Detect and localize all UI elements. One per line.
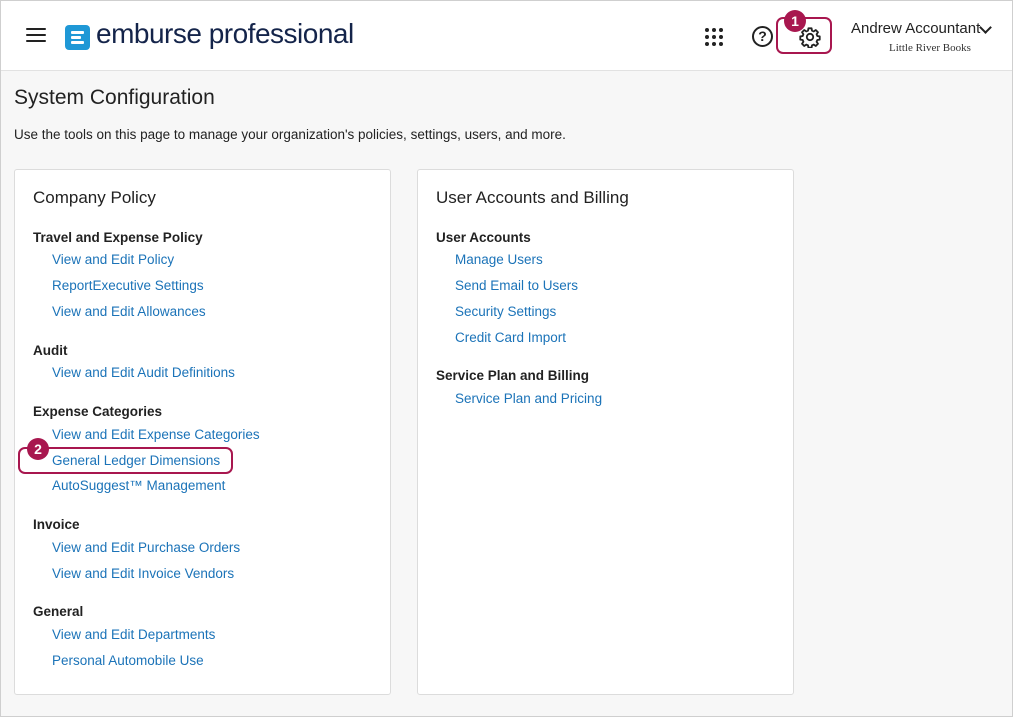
apps-grid-icon[interactable] (705, 28, 723, 46)
section-audit: Audit (33, 343, 68, 358)
link-manage-users[interactable]: Manage Users (455, 252, 543, 267)
link-view-edit-purchase-orders[interactable]: View and Edit Purchase Orders (52, 540, 240, 555)
link-reportexecutive-settings[interactable]: ReportExecutive Settings (52, 278, 204, 293)
section-invoice: Invoice (33, 517, 80, 532)
link-view-edit-invoice-vendors[interactable]: View and Edit Invoice Vendors (52, 566, 234, 581)
card-title: Company Policy (33, 188, 156, 207)
link-view-edit-policy[interactable]: View and Edit Policy (52, 252, 174, 267)
callout-badge-2: 2 (27, 438, 49, 460)
section-general: General (33, 604, 84, 619)
organization-name: Little River Books (889, 42, 971, 54)
link-view-edit-audit-definitions[interactable]: View and Edit Audit Definitions (52, 365, 235, 380)
link-credit-card-import[interactable]: Credit Card Import (455, 330, 566, 345)
link-personal-automobile-use[interactable]: Personal Automobile Use (52, 653, 204, 668)
page-title: System Configuration (14, 86, 215, 109)
link-view-edit-expense-categories[interactable]: View and Edit Expense Categories (52, 427, 260, 442)
link-autosuggest-management[interactable]: AutoSuggest™ Management (52, 478, 225, 493)
user-menu[interactable]: Andrew Accountant (851, 20, 980, 37)
link-general-ledger-dimensions[interactable]: General Ledger Dimensions (52, 453, 220, 468)
brand-logo-text: emburse professional (96, 18, 354, 49)
help-icon[interactable]: ? (752, 26, 773, 47)
top-bar: emburse professional ? 1 Andrew Accounta… (1, 1, 1012, 71)
card-title: User Accounts and Billing (436, 188, 629, 207)
chevron-down-icon[interactable] (979, 21, 992, 34)
section-service-plan-billing: Service Plan and Billing (436, 368, 590, 383)
section-user-accounts: User Accounts (436, 230, 531, 245)
gear-icon[interactable] (799, 26, 821, 49)
page-description: Use the tools on this page to manage you… (14, 127, 566, 142)
section-expense-categories: Expense Categories (33, 404, 163, 419)
user-accounts-billing-card: User Accounts and Billing User Accounts … (417, 169, 794, 695)
emburse-logo-icon (65, 25, 90, 50)
section-travel-expense-policy: Travel and Expense Policy (33, 230, 203, 245)
link-view-edit-allowances[interactable]: View and Edit Allowances (52, 304, 206, 319)
link-security-settings[interactable]: Security Settings (455, 304, 556, 319)
callout-badge-1: 1 (784, 10, 806, 32)
link-send-email-to-users[interactable]: Send Email to Users (455, 278, 578, 293)
link-service-plan-pricing[interactable]: Service Plan and Pricing (455, 391, 602, 406)
menu-icon[interactable] (26, 28, 46, 44)
company-policy-card: Company Policy Travel and Expense Policy… (14, 169, 391, 695)
link-view-edit-departments[interactable]: View and Edit Departments (52, 627, 215, 642)
